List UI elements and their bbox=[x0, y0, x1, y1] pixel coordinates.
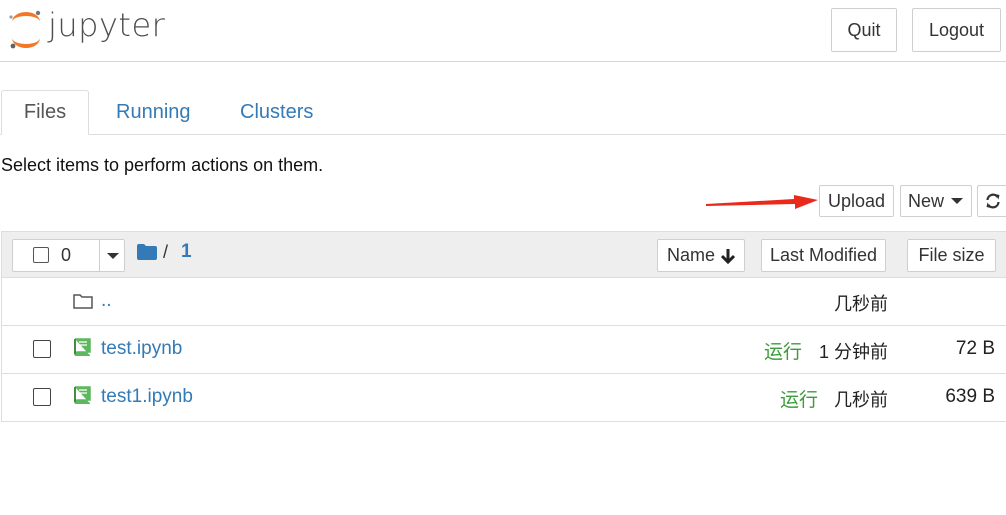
refresh-button[interactable] bbox=[977, 185, 1006, 217]
modified-time: 几秒前 bbox=[834, 390, 888, 410]
select-divider bbox=[99, 240, 100, 271]
quit-button[interactable]: Quit bbox=[831, 8, 897, 52]
folder-open-outline-icon bbox=[73, 294, 93, 309]
caret-down-icon bbox=[951, 198, 963, 204]
select-all-dropdown[interactable]: 0 bbox=[12, 239, 125, 272]
sort-by-size-button[interactable]: File size bbox=[907, 239, 996, 272]
upload-button[interactable]: Upload bbox=[819, 185, 894, 217]
caret-down-icon[interactable] bbox=[104, 248, 122, 264]
running-indicator: 运行 bbox=[764, 342, 803, 363]
file-size: 639 B bbox=[945, 386, 995, 407]
arrow-down-icon bbox=[721, 248, 735, 264]
select-all-checkbox[interactable] bbox=[33, 247, 49, 263]
list-item[interactable]: test1.ipynb 运行 几秒前 639 B bbox=[1, 374, 1006, 421]
refresh-icon bbox=[986, 193, 1000, 209]
breadcrumb-separator: / bbox=[163, 242, 169, 262]
selection-hint: Select items to perform actions on them. bbox=[1, 155, 324, 175]
list-item[interactable]: test.ipynb 运行 1 分钟前 72 B bbox=[1, 326, 1006, 373]
tab-running[interactable]: Running bbox=[116, 90, 191, 134]
file-name-link[interactable]: test.ipynb bbox=[101, 338, 182, 360]
row-checkbox[interactable] bbox=[33, 388, 51, 406]
selected-count: 0 bbox=[61, 245, 72, 265]
new-button-label: New bbox=[907, 190, 944, 211]
running-indicator: 运行 bbox=[780, 390, 819, 411]
notebook-icon bbox=[74, 386, 91, 404]
tab-files[interactable]: Files bbox=[1, 90, 89, 135]
modified-time: 几秒前 bbox=[834, 294, 888, 314]
modified-time: 1 分钟前 bbox=[818, 342, 888, 362]
header-divider bbox=[0, 61, 1006, 62]
notebook-icon bbox=[74, 338, 91, 356]
annotation-arrow-icon bbox=[706, 195, 818, 209]
sort-by-name-button[interactable]: Name bbox=[657, 239, 745, 272]
file-size: 72 B bbox=[955, 338, 995, 359]
breadcrumb-current[interactable]: 1 bbox=[181, 241, 192, 263]
tab-bar-line bbox=[0, 134, 1006, 135]
sort-by-modified-button[interactable]: Last Modified bbox=[761, 239, 886, 272]
file-name-link[interactable]: test1.ipynb bbox=[101, 386, 193, 408]
row-checkbox[interactable] bbox=[33, 340, 51, 358]
list-item[interactable]: .. 几秒前 bbox=[1, 278, 1006, 325]
tab-clusters[interactable]: Clusters bbox=[240, 90, 313, 134]
new-dropdown-button[interactable]: New bbox=[900, 185, 972, 217]
logo-text: jupyter bbox=[48, 6, 166, 44]
file-name-link[interactable]: .. bbox=[101, 290, 112, 312]
logout-button[interactable]: Logout bbox=[912, 8, 1001, 52]
folder-icon[interactable] bbox=[137, 244, 157, 260]
sort-name-label: Name bbox=[666, 245, 715, 265]
